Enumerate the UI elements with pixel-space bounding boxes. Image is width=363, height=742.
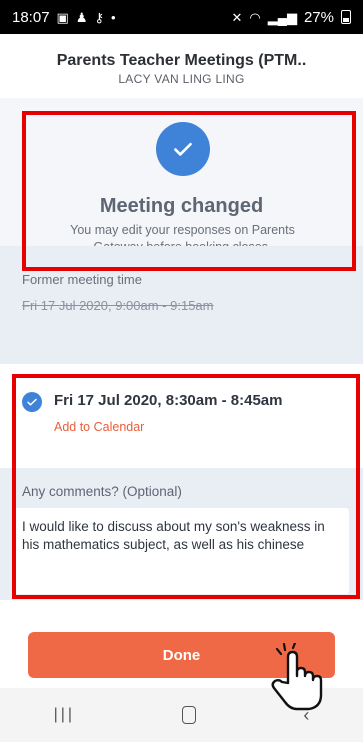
mute-icon: ✕ bbox=[231, 9, 243, 25]
comments-textarea[interactable]: I would like to discuss about my son's w… bbox=[14, 508, 349, 594]
wifi-icon: ◠ bbox=[249, 9, 261, 25]
former-meeting-label: Former meeting time bbox=[22, 272, 142, 287]
student-name: LACY VAN LING LING bbox=[118, 72, 245, 86]
status-bar: 18:07 ▣ ♟ ⚷ • ✕ ◠ ▂▄▆ 27% bbox=[0, 0, 363, 34]
key-icon: ⚷ bbox=[94, 9, 105, 25]
status-time: 18:07 bbox=[12, 8, 50, 26]
app-notification-icon: ♟ bbox=[75, 9, 88, 25]
done-button[interactable]: Done bbox=[28, 632, 335, 678]
page-title: Parents Teacher Meetings (PTM.. bbox=[56, 52, 307, 69]
system-nav-bar: ||| ‹ bbox=[0, 688, 363, 742]
status-card: Meeting changed You may edit your respon… bbox=[0, 98, 363, 254]
dot-icon: • bbox=[111, 9, 116, 25]
comments-section: Any comments? (Optional) I would like to… bbox=[0, 468, 363, 600]
comments-label: Any comments? (Optional) bbox=[22, 484, 182, 499]
page-header: Parents Teacher Meetings (PTM.. LACY VAN… bbox=[0, 34, 363, 98]
battery-icon bbox=[341, 10, 351, 24]
recent-apps-icon[interactable]: ||| bbox=[54, 706, 75, 724]
home-icon[interactable] bbox=[182, 706, 197, 724]
signal-icon: ▂▄▆ bbox=[267, 9, 297, 25]
back-icon[interactable]: ‹ bbox=[303, 705, 309, 726]
selected-check-icon bbox=[22, 392, 42, 412]
new-meeting-time: Fri 17 Jul 2020, 8:30am - 8:45am bbox=[54, 392, 283, 409]
new-meeting-section: Fri 17 Jul 2020, 8:30am - 8:45am Add to … bbox=[0, 364, 363, 468]
former-meeting-section: Former meeting time Fri 17 Jul 2020, 9:0… bbox=[0, 246, 363, 364]
gallery-icon: ▣ bbox=[56, 9, 69, 25]
status-title: Meeting changed bbox=[99, 195, 264, 217]
former-meeting-time: Fri 17 Jul 2020, 9:00am - 9:15am bbox=[22, 298, 214, 313]
add-to-calendar-link[interactable]: Add to Calendar bbox=[54, 420, 144, 434]
check-circle-icon bbox=[156, 122, 210, 176]
battery-percent: 27% bbox=[303, 8, 334, 26]
